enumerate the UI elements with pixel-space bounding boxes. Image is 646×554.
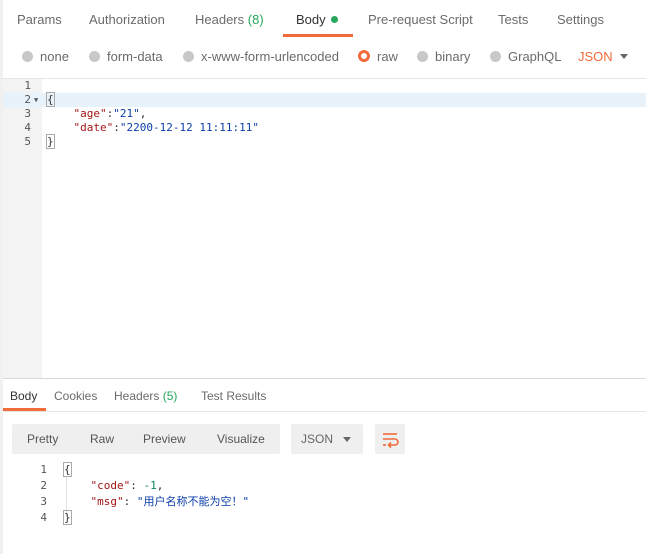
body-modified-dot-icon	[330, 16, 338, 23]
editor-line: 4 "date":"2200-12-12 11:11:11"	[3, 121, 646, 135]
response-format-label: JSON	[301, 432, 334, 446]
json-value-msg: "用户名称不能为空！"	[136, 495, 250, 508]
response-line: 3 "msg": "用户名称不能为空！"	[3, 494, 646, 510]
json-key-code: "code"	[90, 479, 131, 492]
wrap-lines-button[interactable]	[375, 424, 405, 454]
line-number: 1	[40, 463, 47, 476]
line-number: 3	[40, 495, 47, 508]
response-line: 2 "code": -1,	[3, 478, 646, 494]
radio-circle-icon	[89, 51, 100, 62]
radio-circle-icon	[417, 51, 428, 62]
radio-selected-icon	[358, 50, 370, 62]
radio-none-label: none	[40, 49, 69, 64]
pretty-button[interactable]: Pretty	[27, 432, 58, 446]
line-number: 2	[40, 479, 47, 492]
close-brace: }	[46, 134, 55, 149]
raw-button[interactable]: Raw	[90, 432, 114, 446]
radio-circle-icon	[490, 51, 501, 62]
tab-body-label: Body	[296, 12, 326, 27]
preview-button[interactable]: Preview	[143, 432, 186, 446]
response-line: 4 }	[3, 510, 646, 526]
response-tab-cookies[interactable]: Cookies	[54, 389, 97, 403]
radio-none[interactable]: none	[22, 49, 69, 64]
radio-urlencoded[interactable]: x-www-form-urlencoded	[183, 49, 339, 64]
response-tab-test-results[interactable]: Test Results	[201, 389, 266, 403]
tab-headers-label: Headers	[195, 12, 245, 27]
request-tabs: Params Authorization Headers (8) Body Pr…	[0, 0, 646, 38]
wrap-lines-icon	[383, 433, 399, 449]
json-key-date: "date"	[73, 121, 114, 134]
radio-circle-icon	[183, 51, 194, 62]
code-text: "code": -1,	[90, 479, 164, 492]
line-number: 5	[24, 135, 31, 148]
close-brace: }	[63, 510, 72, 525]
tab-headers[interactable]: Headers (8)	[195, 12, 264, 27]
response-tab-headers[interactable]: Headers (5)	[114, 389, 177, 403]
radio-graphql-label: GraphQL	[508, 49, 562, 64]
tab-body[interactable]: Body	[296, 12, 338, 27]
code-text: {	[63, 462, 72, 478]
response-tab-headers-count: (5)	[162, 389, 178, 403]
json-key-msg: "msg"	[90, 495, 124, 508]
language-select[interactable]: JSON	[578, 49, 613, 64]
response-format-select[interactable]: JSON	[291, 424, 363, 454]
code-text: "date":"2200-12-12 11:11:11"	[73, 121, 259, 134]
code-text: }	[63, 510, 72, 526]
line-number: 3	[24, 107, 31, 120]
radio-binary-label: binary	[435, 49, 471, 64]
line-number: 1	[24, 79, 31, 92]
response-view-mode-bar: Pretty Raw Preview Visualize	[12, 424, 280, 454]
open-brace: {	[46, 92, 55, 107]
radio-form-data[interactable]: form-data	[89, 49, 163, 64]
response-tab-headers-label: Headers	[114, 389, 160, 403]
radio-circle-icon	[22, 51, 33, 62]
json-key-age: "age"	[73, 107, 107, 120]
json-value-age: "21"	[113, 107, 140, 120]
editor-line: 1	[3, 79, 646, 93]
open-brace: {	[63, 462, 72, 477]
response-tab-body[interactable]: Body	[10, 389, 37, 403]
tab-authorization[interactable]: Authorization	[89, 12, 165, 27]
json-value-date: "2200-12-12 11:11:11"	[119, 121, 259, 134]
response-tabs: Body Cookies Headers (5) Test Results	[0, 380, 646, 410]
tab-headers-count: (8)	[247, 12, 264, 27]
request-body-editor[interactable]: 1 2 ▼ { 3 "age":"21", 4 "date":"2200-12-…	[3, 78, 646, 379]
tab-tests[interactable]: Tests	[498, 12, 528, 27]
code-text: }	[46, 134, 55, 149]
line-number: 4	[24, 121, 31, 134]
response-body-viewer[interactable]: 1 { 2 "code": -1, 3 "msg": "用户名称不能为空！" 4…	[3, 460, 646, 530]
radio-urlencoded-label: x-www-form-urlencoded	[201, 49, 339, 64]
body-type-selector: none form-data x-www-form-urlencoded raw…	[0, 40, 646, 76]
response-line: 1 {	[3, 462, 646, 478]
radio-graphql[interactable]: GraphQL	[490, 49, 561, 64]
editor-line: 2 ▼ {	[3, 92, 646, 107]
radio-raw[interactable]: raw	[358, 49, 398, 64]
divider	[3, 411, 646, 412]
visualize-button[interactable]: Visualize	[217, 432, 265, 446]
chevron-down-icon[interactable]	[620, 54, 628, 59]
code-text: "msg": "用户名称不能为空！"	[90, 495, 250, 508]
pane-divider[interactable]	[3, 378, 646, 379]
tab-params[interactable]: Params	[17, 12, 62, 27]
code-text: {	[46, 92, 55, 107]
editor-line: 3 "age":"21",	[3, 107, 646, 121]
line-number: 4	[40, 511, 47, 524]
json-value-code: -1	[143, 479, 157, 492]
radio-raw-label: raw	[377, 49, 398, 64]
radio-form-data-label: form-data	[107, 49, 163, 64]
chevron-down-icon	[343, 437, 351, 442]
code-text: "age":"21",	[73, 107, 147, 120]
tab-prerequest-script[interactable]: Pre-request Script	[368, 12, 473, 27]
fold-arrow-icon[interactable]: ▼	[34, 93, 38, 107]
editor-line: 5 }	[3, 134, 646, 149]
tab-settings[interactable]: Settings	[557, 12, 604, 27]
radio-binary[interactable]: binary	[417, 49, 470, 64]
line-number: 2	[24, 93, 31, 106]
active-tab-indicator	[283, 34, 353, 37]
